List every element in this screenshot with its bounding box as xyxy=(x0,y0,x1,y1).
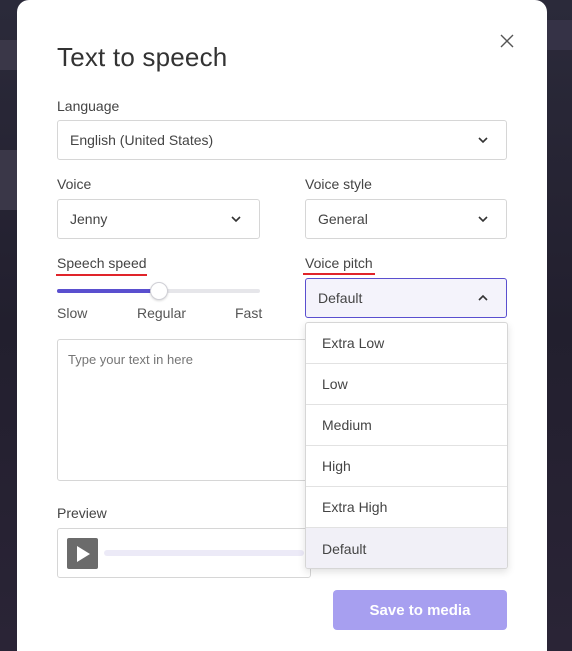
language-value: English (United States) xyxy=(70,132,214,148)
slider-thumb[interactable] xyxy=(149,282,168,300)
language-label: Language xyxy=(57,98,120,114)
language-select[interactable]: English (United States) xyxy=(57,120,507,160)
play-button[interactable] xyxy=(67,538,98,569)
dialog-title: Text to speech xyxy=(57,42,228,72)
voice-label: Voice xyxy=(57,176,92,192)
close-button[interactable] xyxy=(497,31,517,51)
speech-speed-label: Speech speed xyxy=(57,255,147,271)
chevron-down-icon xyxy=(478,216,488,223)
chevron-up-icon xyxy=(478,294,488,301)
speed-tick-fast: Fast xyxy=(235,305,263,321)
slider-fill xyxy=(57,289,159,293)
pitch-option-default[interactable]: Default xyxy=(306,528,507,568)
backdrop-strip xyxy=(0,40,18,70)
voice-pitch-label: Voice pitch xyxy=(305,255,373,271)
voice-pitch-dropdown: Extra Low Low Medium High Extra High Def… xyxy=(305,322,508,569)
pitch-option-extra-high[interactable]: Extra High xyxy=(306,487,507,528)
pitch-option-extra-low[interactable]: Extra Low xyxy=(306,323,507,364)
voice-style-label: Voice style xyxy=(305,176,372,192)
voice-style-select[interactable]: General xyxy=(305,199,507,239)
chevron-down-icon xyxy=(478,137,488,144)
pitch-option-high[interactable]: High xyxy=(306,446,507,487)
preview-progress-track[interactable] xyxy=(104,550,304,556)
play-icon xyxy=(76,545,90,562)
pitch-option-medium[interactable]: Medium xyxy=(306,405,507,446)
backdrop-strip xyxy=(547,20,572,50)
voice-pitch-value: Default xyxy=(318,290,363,306)
voice-select[interactable]: Jenny xyxy=(57,199,260,239)
preview-label: Preview xyxy=(57,505,107,521)
text-to-speech-dialog: Text to speech Language English (United … xyxy=(17,0,547,651)
preview-player xyxy=(57,528,311,578)
speed-tick-slow: Slow xyxy=(57,305,88,321)
speech-speed-slider[interactable] xyxy=(57,282,260,300)
backdrop-strip xyxy=(0,150,18,210)
chevron-down-icon xyxy=(231,216,241,223)
save-to-media-button[interactable]: Save to media xyxy=(333,590,507,630)
voice-pitch-select[interactable]: Default xyxy=(305,278,507,318)
annotation-underline xyxy=(56,274,147,276)
speech-text-input[interactable] xyxy=(57,339,327,481)
speed-tick-regular: Regular xyxy=(137,305,187,321)
voice-style-value: General xyxy=(318,211,368,227)
pitch-option-low[interactable]: Low xyxy=(306,364,507,405)
close-icon xyxy=(500,34,514,48)
annotation-underline xyxy=(303,273,375,275)
voice-value: Jenny xyxy=(70,211,108,227)
